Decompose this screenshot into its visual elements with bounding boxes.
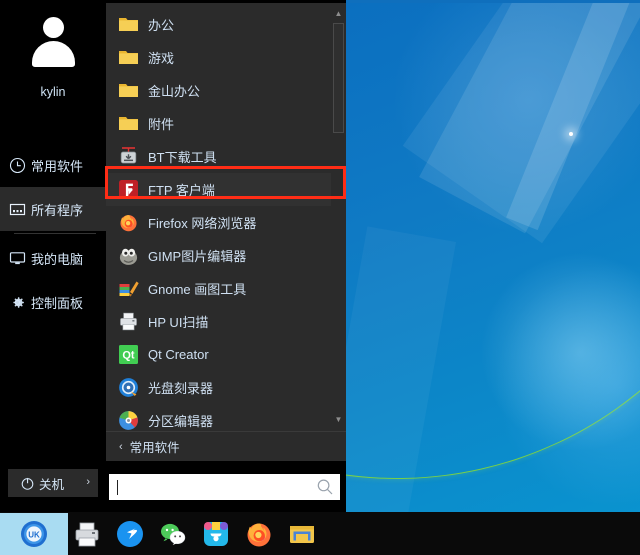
sidebar-item-label: 所有程序 [31,202,84,218]
user-name: kylin [40,85,66,99]
program-item[interactable]: 办公 [106,8,331,41]
taskbar-item-printer[interactable] [72,519,102,549]
sidebar-item-label: 控制面板 [31,295,84,311]
program-item-label: FTP 客户端 [148,183,215,198]
start-button[interactable]: UK [0,513,68,555]
sidebar-item-all-programs[interactable]: 所有程序 [0,187,106,231]
user-avatar-icon [25,15,81,71]
taskbar: UK [0,512,640,555]
program-item[interactable]: 附件 [106,107,331,140]
sidebar-item-my-computer[interactable]: 我的电脑 [0,236,106,280]
power-icon [20,476,35,491]
program-item-label: BT下载工具 [148,150,217,165]
program-item[interactable]: 游戏 [106,41,331,74]
desktop-wallpaper[interactable] [346,2,640,512]
ubuntu-kylin-start-icon: UK [21,521,47,547]
folder-icon [118,47,139,68]
svg-text:Qt: Qt [122,350,135,362]
screen: kylin 常用软件 所有程序 我的电脑 控制面板 关机 › 办公 游戏 金山办… [0,0,640,555]
disc-burner-icon [118,377,139,398]
programs-list: 办公游戏金山办公附件 BT下载工具 FTP 客户端 Firefox 网络浏览器 GIMP… [106,8,331,431]
taskbar-item-firefox[interactable] [244,519,274,549]
program-item-label: 游戏 [148,51,175,66]
program-item-label: 办公 [148,18,175,33]
taskbar-items [72,513,317,555]
programs-panel: 办公游戏金山办公附件 BT下载工具 FTP 客户端 Firefox 网络浏览器 GIMP… [106,3,346,512]
program-item[interactable]: HP UI扫描 [106,305,331,338]
scroll-down-arrow-icon[interactable]: ▼ [331,411,346,427]
app-store-icon [204,522,228,546]
avatar[interactable] [0,12,106,74]
sidebar-item-label: 常用软件 [31,158,84,174]
scrollbar-thumb[interactable] [333,23,344,133]
program-item[interactable]: BT下载工具 [106,140,331,173]
back-label: 常用软件 [129,441,180,455]
clock-icon [9,157,26,174]
firefox-icon [118,212,139,233]
chevron-left-icon: ‹ [119,440,123,453]
qt-creator-icon: Qt [118,344,139,365]
program-item[interactable]: 分区编辑器 [106,404,331,431]
transmission-icon [118,146,139,167]
start-menu-sidebar: kylin 常用软件 所有程序 我的电脑 控制面板 关机 › [0,3,106,512]
filezilla-icon [118,179,139,200]
sidebar-item-control-panel[interactable]: 控制面板 [0,280,106,324]
program-item-label: Gnome 画图工具 [148,282,247,297]
svg-text:UK: UK [28,530,40,539]
printer-icon [75,522,99,547]
programs-scrollbar[interactable]: ▲ ▼ [331,3,346,431]
program-item[interactable]: 金山办公 [106,74,331,107]
gnome-paint-icon [118,278,139,299]
shutdown-label: 关机 [39,477,65,492]
program-item[interactable]: 光盘刻录器 [106,371,331,404]
folder-icon [118,113,139,134]
chevron-right-icon[interactable]: › [86,476,90,488]
taskbar-item-app-store[interactable] [201,519,231,549]
program-item[interactable]: Firefox 网络浏览器 [106,206,331,239]
partition-editor-icon [118,410,139,431]
sidebar-nav: 常用软件 所有程序 我的电脑 控制面板 [0,143,106,324]
wechat-icon [161,523,186,545]
sidebar-item-frequent[interactable]: 常用软件 [0,143,106,187]
program-item-label: Firefox 网络浏览器 [148,216,257,231]
program-item-label: Qt Creator [148,347,209,362]
sidebar-divider [14,233,96,234]
program-item[interactable]: Gnome 画图工具 [106,272,331,305]
program-item-label: 金山办公 [148,84,201,99]
taskbar-item-file-manager[interactable] [287,519,317,549]
shutdown-button[interactable]: 关机 › [8,469,98,497]
text-caret [117,479,118,495]
monitor-icon [9,250,26,267]
program-item[interactable]: GIMP图片编辑器 [106,239,331,272]
file-manager-icon [290,526,314,543]
back-to-frequent-button[interactable]: ‹ 常用软件 [106,431,346,461]
program-item-label: 光盘刻录器 [148,381,214,396]
taskbar-item-dingtalk[interactable] [115,519,145,549]
gimp-icon [118,245,139,266]
program-item[interactable]: Qt Qt Creator [106,338,331,371]
program-item[interactable]: FTP 客户端 [106,173,331,206]
scroll-up-arrow-icon[interactable]: ▲ [331,5,346,21]
programs-list-container: 办公游戏金山办公附件 BT下载工具 FTP 客户端 Firefox 网络浏览器 GIMP… [106,3,346,431]
firefox-icon [247,523,271,547]
search-icon[interactable] [316,478,334,496]
program-item-label: 附件 [148,117,175,132]
wallpaper-spark [569,132,573,136]
gear-icon [9,294,26,311]
folder-icon [118,80,139,101]
taskbar-item-wechat[interactable] [158,519,188,549]
program-item-label: 分区编辑器 [148,414,214,429]
program-item-label: GIMP图片编辑器 [148,249,247,264]
search-input[interactable] [109,474,340,500]
dingtalk-icon [117,521,143,547]
sidebar-item-label: 我的电脑 [31,251,84,267]
printer-scan-icon [118,311,139,332]
folder-icon [118,14,139,35]
start-menu: kylin 常用软件 所有程序 我的电脑 控制面板 关机 › 办公 游戏 金山办… [0,3,346,512]
programs-icon [9,201,26,218]
program-item-label: HP UI扫描 [148,315,209,330]
